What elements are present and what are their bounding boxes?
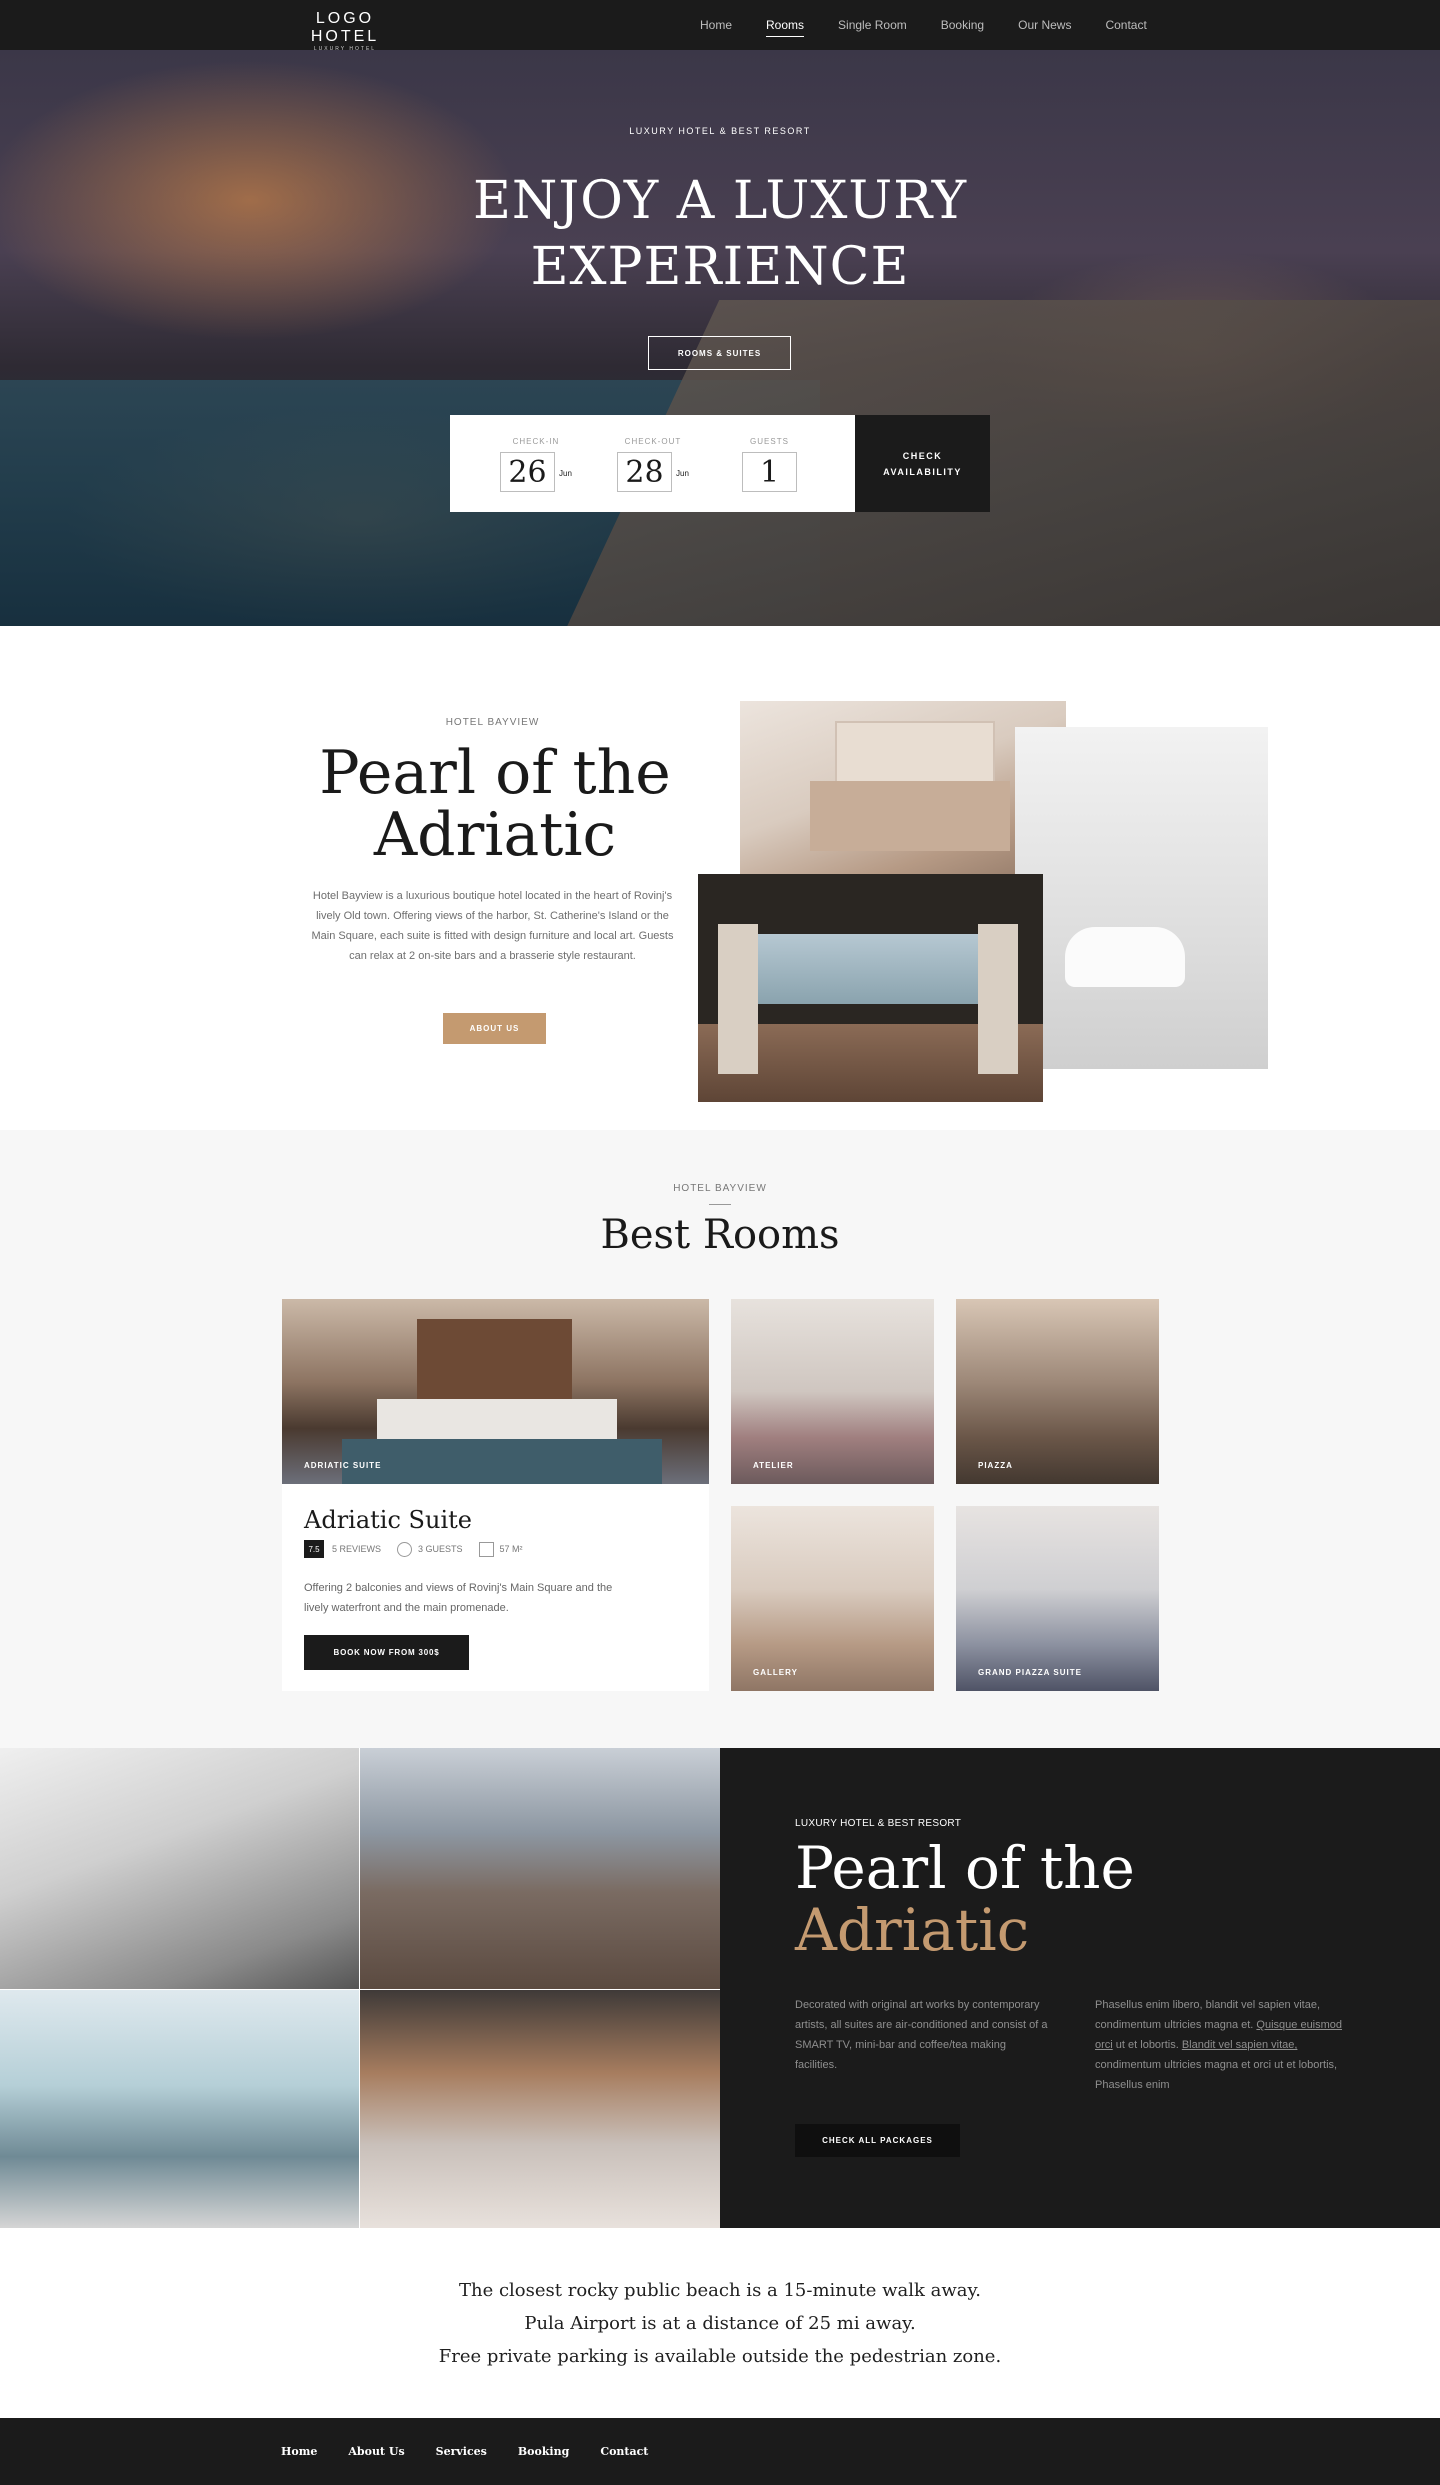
check-availability-line2: AVAILABILITY <box>883 466 962 477</box>
checkin-field[interactable]: CHECK-IN 26 Jun <box>500 437 572 492</box>
packages-col2-text-b: ut et lobortis. <box>1115 2039 1179 2051</box>
book-now-button[interactable]: BOOK NOW FROM 300$ <box>304 1635 469 1670</box>
review-score-badge: 7.5 <box>304 1540 324 1558</box>
footer-nav-contact[interactable]: Contact <box>600 2445 648 2458</box>
room-size: 57 M² <box>499 1544 523 1554</box>
check-availability-button[interactable]: CHECK AVAILABILITY <box>855 415 990 512</box>
guests-label: GUESTS <box>750 437 789 446</box>
reviews-count: 5 REVIEWS <box>332 1544 382 1554</box>
info-line-airport: Pula Airport is at a distance of 25 mi a… <box>524 2313 916 2334</box>
featured-room-name[interactable]: Adriatic Suite <box>304 1506 472 1534</box>
hero-kicker: LUXURY HOTEL & BEST RESORT <box>629 126 811 136</box>
gallery-photo-terrace <box>360 1748 720 1989</box>
hero-title-line2: EXPERIENCE <box>530 237 910 297</box>
gallery-photo-bed-view <box>360 1990 720 2228</box>
room-thumb-gallery[interactable]: GALLERY <box>731 1506 934 1691</box>
logo-main-text: LOGO HOTEL <box>310 10 380 45</box>
booking-widget: CHECK-IN 26 Jun CHECK-OUT 28 Jun GUESTS … <box>450 415 855 512</box>
packages-text-col1: Decorated with original art works by con… <box>795 1999 1048 2071</box>
check-all-packages-button[interactable]: CHECK ALL PACKAGES <box>795 2124 960 2157</box>
room-thumb-label: GALLERY <box>753 1668 798 1677</box>
featured-room-meta: 7.5 5 REVIEWS 3 GUESTS 57 M² <box>304 1540 523 1558</box>
check-availability-line1: CHECK <box>902 450 943 461</box>
footer-nav-services[interactable]: Services <box>436 2445 487 2458</box>
room-thumb-piazza[interactable]: PIAZZA <box>956 1299 1159 1484</box>
about-title-line2: Adriatic <box>373 800 617 870</box>
top-navbar: LOGO HOTEL LUXURY HOTEL Home Rooms Singl… <box>0 0 1440 52</box>
checkin-label: CHECK-IN <box>512 437 560 446</box>
gallery-photo-relax <box>0 1748 359 1989</box>
packages-col2-text-c: condimentum ultricies magna et orci ut e… <box>1095 2059 1338 2091</box>
balcony-window-photo <box>698 874 1043 1102</box>
featured-room-card: Adriatic Suite 7.5 5 REVIEWS 3 GUESTS 57… <box>282 1484 709 1691</box>
hero-section: LUXURY HOTEL & BEST RESORT ENJOY A LUXUR… <box>0 50 1440 626</box>
featured-room-image[interactable]: ADRIATIC SUITE <box>282 1299 709 1484</box>
room-thumb-label: PIAZZA <box>978 1461 1013 1470</box>
location-info: The closest rocky public beach is a 15-m… <box>0 2274 1440 2373</box>
room-thumb-atelier[interactable]: ATELIER <box>731 1299 934 1484</box>
rooms-kicker: HOTEL BAYVIEW <box>673 1183 767 1194</box>
footer-nav-home[interactable]: Home <box>281 2445 317 2458</box>
featured-room-image-label: ADRIATIC SUITE <box>304 1461 382 1470</box>
guests-count: 3 GUESTS <box>418 1544 463 1554</box>
nav-rooms[interactable]: Rooms <box>766 14 805 37</box>
nav-home[interactable]: Home <box>700 14 732 36</box>
checkout-month: Jun <box>676 469 689 478</box>
logo[interactable]: LOGO HOTEL LUXURY HOTEL <box>281 10 409 52</box>
nav-booking[interactable]: Booking <box>941 14 984 36</box>
checkout-field[interactable]: CHECK-OUT 28 Jun <box>617 437 689 492</box>
packages-text-col2: Phasellus enim libero, blandit vel sapie… <box>1095 1995 1350 2095</box>
room-thumb-label: ATELIER <box>753 1461 794 1470</box>
packages-kicker: LUXURY HOTEL & BEST RESORT <box>795 1818 962 1829</box>
room-thumb-label: GRAND PIAZZA SUITE <box>978 1668 1082 1677</box>
main-nav: Home Rooms Single Room Booking Our News … <box>700 0 1181 50</box>
info-line-parking: Free private parking is available outsid… <box>438 2346 1002 2367</box>
hero-title-line1: ENJOY A LUXURY <box>472 171 968 231</box>
footer: Home About Us Services Booking Contact <box>0 2418 1440 2485</box>
guests-icon <box>397 1541 413 1557</box>
room-size-icon <box>478 1541 494 1557</box>
packages-title-line1: Pearl of the <box>795 1834 1135 1902</box>
footer-nav-about-us[interactable]: About Us <box>348 2445 404 2458</box>
checkout-label: CHECK-OUT <box>624 437 682 446</box>
room-thumb-grand-piazza-suite[interactable]: GRAND PIAZZA SUITE <box>956 1506 1159 1691</box>
featured-room-description: Offering 2 balconies and views of Rovinj… <box>304 1582 613 1614</box>
nav-our-news[interactable]: Our News <box>1018 14 1071 36</box>
packages-title-line2: Adriatic <box>795 1896 1030 1964</box>
guests-value: 1 <box>742 452 797 492</box>
packages-link-blandit[interactable]: Blandit vel sapien vitae, <box>1182 2039 1298 2051</box>
checkin-day: 26 <box>500 452 555 492</box>
info-line-beach: The closest rocky public beach is a 15-m… <box>459 2280 981 2301</box>
about-us-button[interactable]: ABOUT US <box>443 1013 546 1044</box>
checkout-day: 28 <box>617 452 672 492</box>
about-description: Hotel Bayview is a luxurious boutique ho… <box>311 890 674 962</box>
nav-contact[interactable]: Contact <box>1105 14 1146 36</box>
bathroom-photo <box>1015 727 1268 1069</box>
guests-field[interactable]: GUESTS 1 <box>742 437 797 492</box>
rooms-title: Best Rooms <box>600 1212 840 1258</box>
hero-title: ENJOY A LUXURY EXPERIENCE <box>0 168 1440 300</box>
gallery-photo-balcony <box>0 1990 359 2228</box>
footer-nav: Home About Us Services Booking Contact <box>281 2418 679 2485</box>
about-kicker: HOTEL BAYVIEW <box>445 717 540 728</box>
about-title-line1: Pearl of the <box>319 738 671 808</box>
footer-nav-booking[interactable]: Booking <box>518 2445 569 2458</box>
about-title: Pearl of the Adriatic <box>300 742 690 866</box>
nav-single-room[interactable]: Single Room <box>838 14 907 36</box>
rooms-divider <box>709 1204 731 1205</box>
rooms-suites-button[interactable]: ROOMS & SUITES <box>648 336 791 370</box>
checkin-month: Jun <box>559 469 572 478</box>
